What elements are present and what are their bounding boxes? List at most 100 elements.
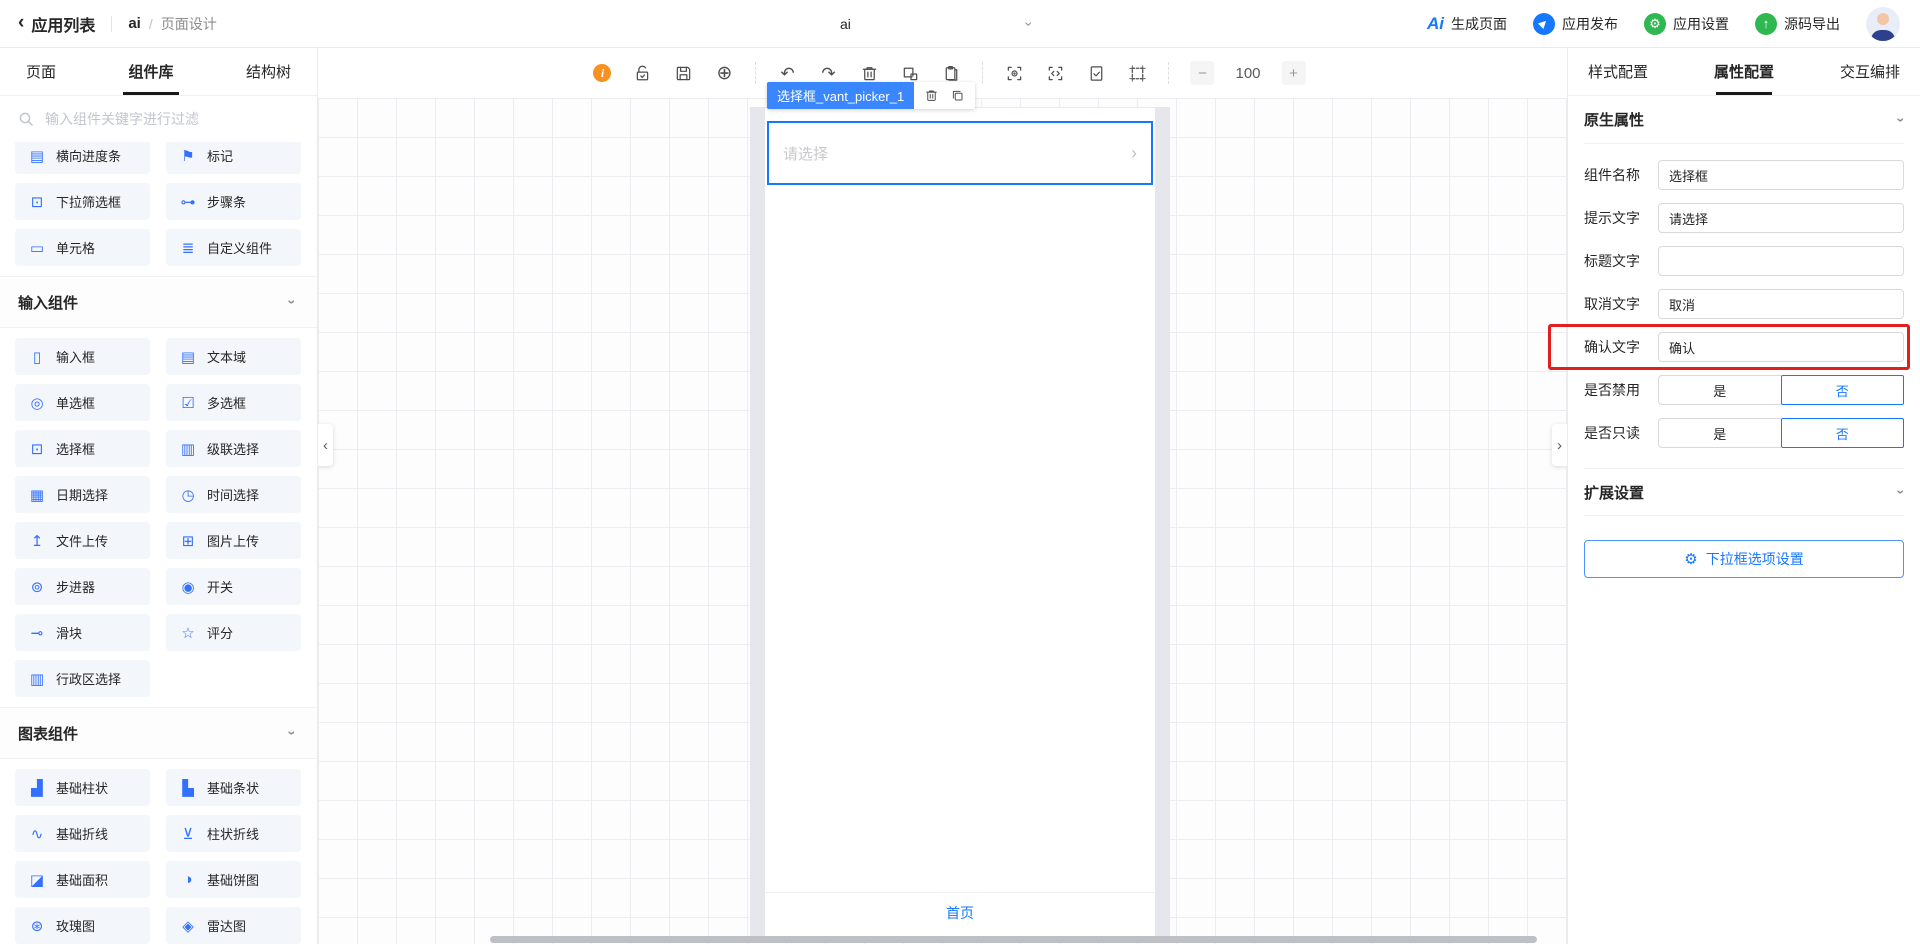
component-item-cell[interactable]: ▭ 单元格 xyxy=(15,229,150,266)
disabled-yes-button[interactable]: 是 xyxy=(1658,375,1781,405)
component-item-area-chart[interactable]: ◪ 基础面积 xyxy=(15,861,150,898)
trash-icon[interactable] xyxy=(924,88,939,103)
field-label: 标题文字 xyxy=(1584,253,1640,269)
component-item-radar-chart[interactable]: ◈ 雷达图 xyxy=(166,907,301,944)
user-avatar[interactable] xyxy=(1866,6,1900,41)
copy-icon[interactable] xyxy=(950,88,965,103)
component-item-marker[interactable]: ⚑ 标记 xyxy=(166,142,301,174)
selected-picker-component[interactable]: 请选择 › xyxy=(767,121,1153,185)
tab-interaction[interactable]: 交互编排 xyxy=(1840,48,1900,95)
snippet-icon[interactable] xyxy=(900,63,920,83)
page-selector[interactable]: ai › xyxy=(830,0,1042,48)
unlock-icon[interactable] xyxy=(632,63,652,83)
dropdown-options-settings-button[interactable]: ⚙ 下拉框选项设置 xyxy=(1584,540,1904,578)
tab-components[interactable]: 组件库 xyxy=(128,48,173,95)
component-item-dropdown-filter[interactable]: ⊡ 下拉筛选框 xyxy=(15,183,150,220)
component-item-cascader[interactable]: ▥ 级联选择 xyxy=(166,430,301,467)
canvas-horizontal-scrollbar[interactable] xyxy=(490,936,1537,943)
native-props-section-header[interactable]: 原生属性 › xyxy=(1584,96,1910,144)
component-item-time-picker[interactable]: ◷ 时间选择 xyxy=(166,476,301,513)
component-item-steps[interactable]: ⊶ 步骤条 xyxy=(166,183,301,220)
tab-tree[interactable]: 结构树 xyxy=(246,48,291,95)
component-item-date-picker[interactable]: ▦ 日期选择 xyxy=(15,476,150,513)
tab-pages[interactable]: 页面 xyxy=(26,48,56,95)
frame-bounds-icon[interactable] xyxy=(1127,63,1147,83)
group-header-chart[interactable]: 图表组件 › xyxy=(0,707,317,759)
disabled-no-button[interactable]: 否 xyxy=(1780,375,1904,405)
phone-tabbar: 首页 xyxy=(765,892,1155,936)
app-publish-label: 应用发布 xyxy=(1562,15,1618,32)
component-item-file-upload[interactable]: ↥ 文件上传 xyxy=(15,522,150,559)
component-item-radio[interactable]: ◎ 单选框 xyxy=(15,384,150,421)
tabbar-home-item[interactable]: 首页 xyxy=(946,903,974,936)
cell-icon: ▭ xyxy=(29,239,45,257)
chevron-down-icon: › xyxy=(1021,21,1038,27)
confirm-text-input[interactable] xyxy=(1658,332,1904,362)
redo-icon[interactable]: ↷ xyxy=(818,63,838,83)
toolbar-divider xyxy=(1168,62,1170,84)
checkbox-icon: ☑ xyxy=(181,394,195,412)
breadcrumb-app-name[interactable]: ai xyxy=(128,15,141,32)
app-publish-button[interactable]: ▶ 应用发布 xyxy=(1533,12,1618,35)
generate-page-label: 生成页面 xyxy=(1451,15,1507,32)
undo-icon[interactable]: ↶ xyxy=(777,63,797,83)
component-item-select[interactable]: ⊡ 选择框 xyxy=(15,430,150,467)
paste-icon[interactable] xyxy=(941,63,961,83)
group-header-input[interactable]: 输入组件 › xyxy=(0,276,317,328)
collapse-right-panel-handle[interactable]: › xyxy=(1552,424,1567,466)
component-item-hbar-chart[interactable]: ▙ 基础条状 xyxy=(166,769,301,806)
cancel-text-input[interactable] xyxy=(1658,289,1904,319)
zoom-in-button[interactable]: + xyxy=(1281,61,1306,85)
left-panel: 页面 组件库 结构树 ▤ 横向进度条 ⚑ 标记 ⊡ xyxy=(0,48,318,944)
component-item-horizontal-progress[interactable]: ▤ 横向进度条 xyxy=(15,142,150,174)
divider xyxy=(111,15,113,32)
component-item-line-chart[interactable]: ∿ 基础折线 xyxy=(15,815,150,852)
component-item-label: 雷达图 xyxy=(207,919,247,934)
search-icon xyxy=(19,112,33,126)
component-item-switch[interactable]: ◉ 开关 xyxy=(166,568,301,605)
chevron-down-icon: › xyxy=(1893,489,1910,495)
component-item-custom[interactable]: ≣ 自定义组件 xyxy=(166,229,301,266)
component-item-pie-chart[interactable]: ◑ 基础饼图 xyxy=(166,861,301,898)
component-item-slider[interactable]: ⊸ 滑块 xyxy=(15,614,150,651)
page-check-icon[interactable] xyxy=(1086,63,1106,83)
back-to-app-list-button[interactable]: ‹ 应用列表 xyxy=(18,12,95,36)
component-item-checkbox[interactable]: ☑ 多选框 xyxy=(166,384,301,421)
component-item-rate[interactable]: ☆ 评分 xyxy=(166,614,301,651)
app-settings-button[interactable]: ⚙ 应用设置 xyxy=(1644,12,1729,35)
title-text-input[interactable] xyxy=(1658,246,1904,276)
save-icon[interactable] xyxy=(673,63,693,83)
tab-props-config[interactable]: 属性配置 xyxy=(1714,48,1774,95)
component-item-textarea[interactable]: ▤ 文本域 xyxy=(166,338,301,375)
component-item-district-picker[interactable]: ▥ 行政区选择 xyxy=(15,660,150,697)
field-row-disabled: 是否禁用 是 否 xyxy=(1584,375,1904,405)
component-item-image-upload[interactable]: ⊞ 图片上传 xyxy=(166,522,301,559)
source-export-button[interactable]: ↑ 源码导出 xyxy=(1755,12,1840,35)
placeholder-text-input[interactable] xyxy=(1658,203,1904,233)
chevron-down-icon: › xyxy=(284,730,301,736)
component-item-input[interactable]: ▯ 输入框 xyxy=(15,338,150,375)
ext-settings-section-header[interactable]: 扩展设置 › xyxy=(1584,468,1910,516)
component-item-stepper[interactable]: ⊚ 步进器 xyxy=(15,568,150,605)
image-upload-icon: ⊞ xyxy=(181,532,195,550)
component-item-bar-line-chart[interactable]: ⊻ 柱状折线 xyxy=(166,815,301,852)
component-group-top: ▤ 横向进度条 ⚑ 标记 ⊡ 下拉筛选框 ⊶ 步骤条 ▭ 单元格 ≣ 自定义组件 xyxy=(0,142,317,276)
tab-style-config[interactable]: 样式配置 xyxy=(1588,48,1648,95)
ai-generate-page-button[interactable]: Ai 生成页面 xyxy=(1427,14,1507,34)
component-item-label: 基础面积 xyxy=(56,873,109,888)
search-input[interactable] xyxy=(43,110,299,128)
code-view-icon[interactable] xyxy=(1045,63,1065,83)
native-props-fields: 组件名称 提示文字 标题文字 取消文字 确认文字 xyxy=(1548,144,1910,448)
locate-target-icon[interactable]: ⊕ xyxy=(714,63,734,83)
component-item-bar-chart[interactable]: ▟ 基础柱状 xyxy=(15,769,150,806)
zoom-out-button[interactable]: − xyxy=(1190,61,1215,85)
component-name-input[interactable] xyxy=(1658,160,1904,190)
delete-icon[interactable] xyxy=(859,63,879,83)
info-icon[interactable]: i xyxy=(593,64,612,82)
readonly-no-button[interactable]: 否 xyxy=(1780,418,1904,448)
readonly-yes-button[interactable]: 是 xyxy=(1658,418,1781,448)
selected-component-name[interactable]: 选择框_vant_picker_1 xyxy=(767,82,915,109)
collapse-left-panel-handle[interactable]: ‹ xyxy=(318,424,333,466)
preview-icon[interactable] xyxy=(1004,63,1024,83)
component-item-rose-chart[interactable]: ⊛ 玫瑰图 xyxy=(15,907,150,944)
